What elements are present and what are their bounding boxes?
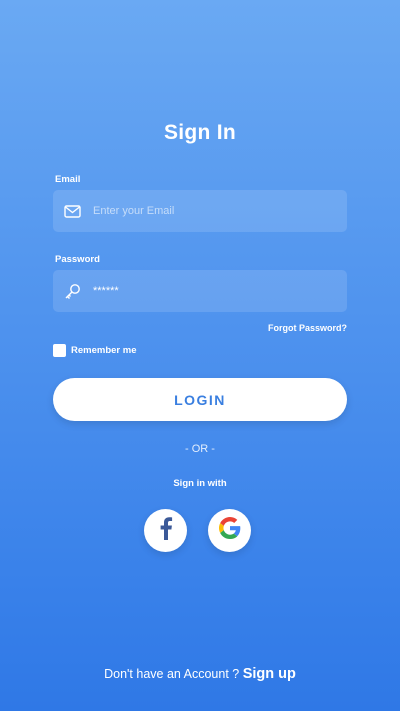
key-icon <box>63 282 81 300</box>
social-heading: Sign in with <box>173 478 227 489</box>
signup-row: Don't have an Account ? Sign up <box>0 666 400 682</box>
facebook-icon <box>159 516 173 545</box>
facebook-login-button[interactable] <box>144 509 187 552</box>
signup-link[interactable]: Sign up <box>243 666 296 682</box>
google-login-button[interactable] <box>208 509 251 552</box>
signup-prompt: Don't have an Account ? <box>104 667 240 681</box>
forgot-password-link[interactable]: Forgot Password? <box>268 323 347 333</box>
page-title: Sign In <box>163 121 237 144</box>
email-input[interactable] <box>93 205 323 217</box>
remember-me-checkbox[interactable] <box>53 344 66 357</box>
password-field[interactable] <box>53 270 347 312</box>
password-input[interactable] <box>93 285 323 297</box>
or-divider: - OR - <box>185 443 215 455</box>
remember-me-toggle[interactable]: Remember me <box>53 344 136 357</box>
google-icon <box>218 517 241 544</box>
email-label: Email <box>55 174 81 185</box>
mail-icon <box>63 202 81 220</box>
password-label: Password <box>55 254 100 265</box>
remember-me-label: Remember me <box>71 345 137 356</box>
login-button[interactable]: LOGIN <box>53 378 347 421</box>
email-field[interactable] <box>53 190 347 232</box>
